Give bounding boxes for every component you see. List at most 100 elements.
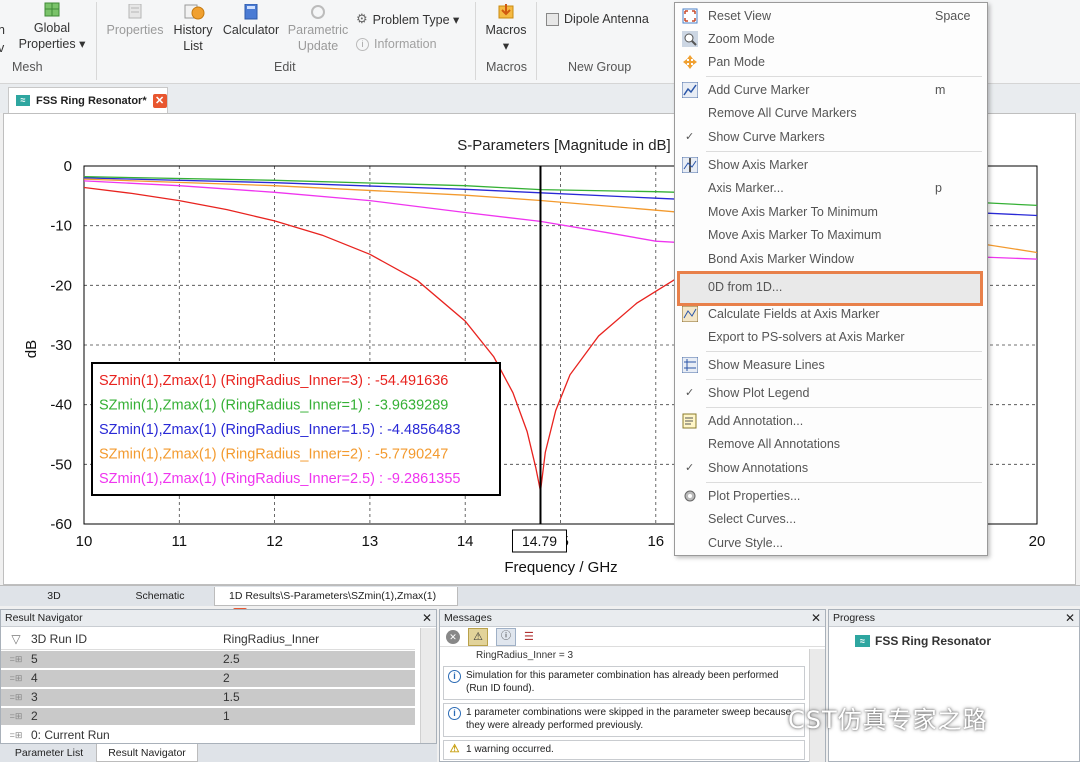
- history-list-button[interactable]: History List: [170, 4, 216, 54]
- menu-label: Zoom Mode: [708, 28, 775, 50]
- properties-icon: [122, 4, 148, 20]
- legend-entry: SZmin(1),Zmax(1) (RingRadius_Inner=1) : …: [99, 398, 448, 414]
- info-filter-icon[interactable]: ⓘ: [496, 628, 516, 646]
- menu-label: Reset View: [708, 5, 771, 27]
- column-header-ring-radius[interactable]: RingRadius_Inner: [223, 628, 415, 649]
- mesh-group-label: Mesh: [12, 60, 43, 74]
- menu-item-show-curve-markers[interactable]: ✓ Show Curve Markers: [675, 126, 987, 148]
- result-navigator-scrollbar[interactable]: [420, 628, 436, 743]
- ring-radius-cell: 1: [223, 708, 415, 725]
- information-button[interactable]: i Information: [356, 37, 437, 51]
- macros-button[interactable]: Macros ▾: [480, 4, 532, 54]
- table-row[interactable]: =⊞31.5: [1, 689, 415, 706]
- y-tick-label: -50: [50, 456, 72, 473]
- menu-item-bond-axis-marker-window[interactable]: Bond Axis Marker Window: [675, 248, 987, 270]
- global-properties-icon: [39, 2, 65, 18]
- menu-item-export-ps-solvers[interactable]: Export to PS-solvers at Axis Marker: [675, 326, 987, 348]
- menu-item-plot-properties[interactable]: Plot Properties...: [675, 485, 987, 507]
- menu-item-0d-from-1d[interactable]: 0D from 1D...: [675, 276, 987, 298]
- result-navigator-panel: Result Navigator ✕ ▽ 3D Run ID RingRadiu…: [0, 609, 437, 744]
- column-header-run-id[interactable]: 3D Run ID: [31, 628, 223, 649]
- parametric-update-button[interactable]: Parametric Update: [285, 4, 351, 54]
- menu-item-move-axis-marker-max[interactable]: Move Axis Marker To Maximum: [675, 224, 987, 246]
- menu-item-zoom-mode[interactable]: Zoom Mode: [675, 28, 987, 50]
- menu-label: Show Measure Lines: [708, 354, 825, 376]
- properties-button[interactable]: Properties: [100, 4, 170, 38]
- macros-label: Macros: [486, 23, 527, 37]
- tab-parameter-list[interactable]: Parameter List: [4, 744, 94, 762]
- checkmark-icon: ✓: [685, 457, 694, 479]
- message-text: 1 warning occurred.: [466, 744, 554, 755]
- close-icon[interactable]: ✕: [1065, 610, 1075, 627]
- menu-item-show-axis-marker[interactable]: Show Axis Marker: [675, 154, 987, 176]
- close-icon[interactable]: ✕: [422, 610, 432, 627]
- menu-item-remove-all-curve-markers[interactable]: Remove All Curve Markers: [675, 102, 987, 124]
- message-item[interactable]: i 1 parameter combinations were skipped …: [443, 703, 805, 737]
- y-axis-label: dB: [23, 340, 40, 358]
- message-item[interactable]: i Simulation for this parameter combinat…: [443, 666, 805, 700]
- close-icon[interactable]: ✕: [811, 610, 821, 627]
- table-row[interactable]: =⊞0: Current Run: [1, 727, 415, 744]
- ribbon-cut-button-mid[interactable]: v: [0, 40, 4, 56]
- history-list-icon: [180, 4, 206, 20]
- filter-icon[interactable]: ▽: [1, 628, 31, 649]
- menu-item-calculate-fields[interactable]: Calculate Fields at Axis Marker: [675, 303, 987, 325]
- menu-item-axis-marker[interactable]: Axis Marker... p: [675, 177, 987, 199]
- tab-result-navigator[interactable]: Result Navigator: [96, 744, 198, 762]
- menu-label: Export to PS-solvers at Axis Marker: [708, 326, 905, 348]
- global-properties-button[interactable]: Global Properties ▾: [14, 2, 90, 52]
- pan-icon: [682, 54, 698, 70]
- menu-item-show-plot-legend[interactable]: ✓ Show Plot Legend: [675, 382, 987, 404]
- row-icon: =⊞: [1, 651, 31, 668]
- menu-item-remove-all-annotations[interactable]: Remove All Annotations: [675, 433, 987, 455]
- ribbon-cut-button-top[interactable]: n: [0, 22, 5, 38]
- menu-separator: [706, 482, 982, 483]
- menu-item-reset-view[interactable]: Reset View Space: [675, 5, 987, 27]
- tab-1d-results[interactable]: 1D Results\S-Parameters\SZmin(1),Zmax(1)…: [214, 587, 458, 606]
- calculate-fields-icon: [682, 306, 698, 322]
- y-tick-label: 0: [64, 158, 72, 175]
- y-tick-label: -20: [50, 277, 72, 294]
- error-filter-icon[interactable]: ✕: [446, 630, 460, 644]
- menu-label: Axis Marker...: [708, 177, 784, 199]
- menu-item-curve-style[interactable]: Curve Style...: [675, 532, 987, 554]
- menu-label: Pan Mode: [708, 51, 765, 73]
- menu-item-add-annotation[interactable]: Add Annotation...: [675, 410, 987, 432]
- tab-3d[interactable]: 3D: [4, 587, 104, 606]
- clear-messages-icon[interactable]: ☰: [524, 630, 534, 643]
- table-row[interactable]: =⊞21: [1, 708, 415, 725]
- menu-label: Add Annotation...: [708, 410, 803, 432]
- run-id-cell: 3: [31, 689, 223, 706]
- global-properties-line1: Global: [34, 21, 70, 35]
- menu-separator: [706, 76, 982, 77]
- menu-item-add-curve-marker[interactable]: Add Curve Marker m: [675, 79, 987, 101]
- warning-filter-icon[interactable]: ⚠: [468, 628, 488, 646]
- document-tab[interactable]: ≈ FSS Ring Resonator* ✕: [8, 87, 168, 113]
- calculator-button[interactable]: Calculator: [219, 4, 283, 38]
- history-list-line2: List: [183, 39, 202, 53]
- information-label: Information: [374, 37, 437, 51]
- menu-item-pan-mode[interactable]: Pan Mode: [675, 51, 987, 73]
- menu-label: Calculate Fields at Axis Marker: [708, 303, 880, 325]
- parametric-update-line1: Parametric: [288, 23, 348, 37]
- parametric-update-icon: [305, 4, 331, 20]
- table-row[interactable]: =⊞52.5: [1, 651, 415, 668]
- menu-item-show-measure-lines[interactable]: Show Measure Lines: [675, 354, 987, 376]
- menu-item-show-annotations[interactable]: ✓ Show Annotations: [675, 457, 987, 479]
- message-item[interactable]: ⚠ 1 warning occurred.: [443, 740, 805, 760]
- chart-title: S-Parameters [Magnitude in dB]: [457, 137, 670, 154]
- progress-title-text: Progress: [833, 612, 875, 624]
- curve-marker-icon: [682, 82, 698, 98]
- table-row[interactable]: =⊞42: [1, 670, 415, 687]
- dipole-antenna-button[interactable]: Dipole Antenna: [546, 12, 649, 26]
- tab-schematic[interactable]: Schematic: [110, 587, 210, 606]
- progress-project: ≈ FSS Ring Resonator: [855, 634, 991, 648]
- problem-type-dropdown[interactable]: ⚙ Problem Type ▾: [356, 11, 459, 27]
- row-icon: =⊞: [1, 689, 31, 706]
- run-id-cell: 0: Current Run: [31, 727, 223, 744]
- history-list-line1: History: [174, 23, 213, 37]
- menu-item-select-curves[interactable]: Select Curves...: [675, 508, 987, 530]
- menu-item-move-axis-marker-min[interactable]: Move Axis Marker To Minimum: [675, 201, 987, 223]
- tab-close-icon[interactable]: ✕: [153, 94, 167, 108]
- menu-label: Show Axis Marker: [708, 154, 808, 176]
